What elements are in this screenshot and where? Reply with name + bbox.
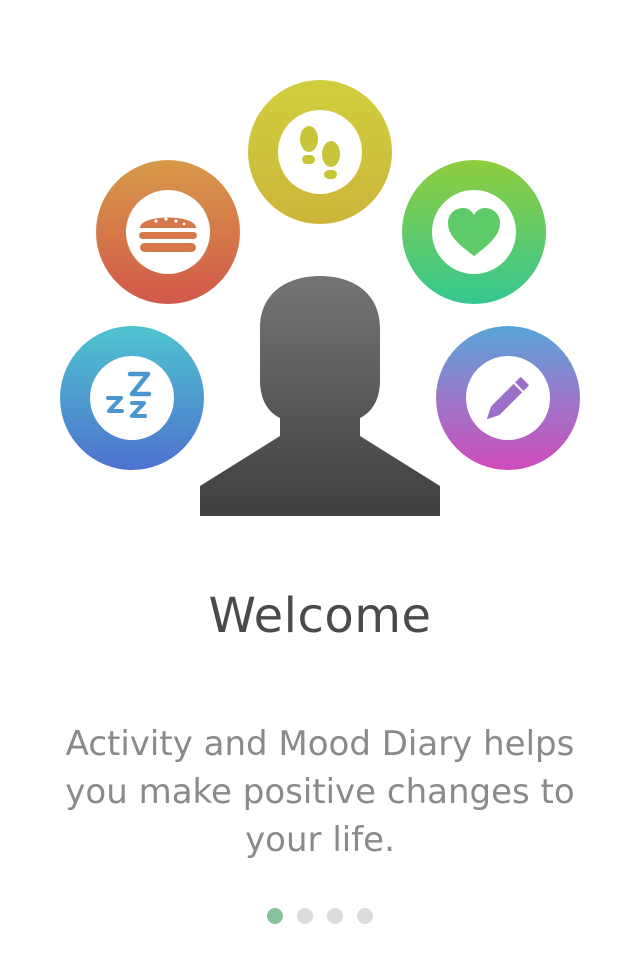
activity-badge [248,80,392,224]
person-silhouette-icon [200,276,440,516]
page-dot-2[interactable] [297,908,313,924]
page-title: Welcome [208,588,432,644]
page-dot-1[interactable] [267,908,283,924]
notes-badge [436,326,580,470]
page-description: Activity and Mood Diary helps you make p… [65,724,575,860]
pencil-icon [486,377,529,420]
burger-icon [139,217,197,252]
page-dot-4[interactable] [357,908,373,924]
onboarding-illustration [0,0,640,540]
sleep-zzz-icon [106,371,152,418]
footprints-icon [300,126,340,179]
page-dot-3[interactable] [327,908,343,924]
sleep-badge [60,326,204,470]
heart-icon [448,208,500,256]
page-indicator[interactable] [0,908,640,924]
